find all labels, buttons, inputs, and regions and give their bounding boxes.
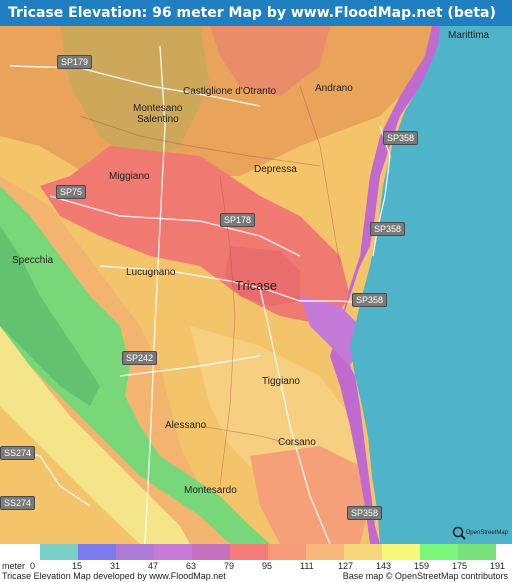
- legend-tick-label: 191: [490, 561, 506, 571]
- legend-swatch: [420, 544, 458, 560]
- legend-tick-label: 159: [414, 561, 430, 571]
- legend-swatch: [40, 544, 78, 560]
- road-shield: SS274: [0, 446, 36, 460]
- road-shield: SP242: [122, 351, 158, 365]
- legend-tick-label: 15: [72, 561, 83, 571]
- page-title: Tricase Elevation: 96 meter Map by www.F…: [0, 0, 512, 26]
- legend-swatch: [382, 544, 420, 560]
- place-label: Miggiano: [109, 171, 150, 182]
- legend-swatch: [268, 544, 306, 560]
- place-label: Alessano: [165, 420, 207, 431]
- road-shield: SS274: [0, 496, 36, 510]
- footer: Tricase Elevation Map developed by www.F…: [0, 571, 512, 582]
- legend-swatch: [306, 544, 344, 560]
- elevation-map[interactable]: Marittima Castiglione d'Otranto Andrano …: [0, 26, 512, 544]
- legend-tick-label: 79: [224, 561, 235, 571]
- footer-credit: Tricase Elevation Map developed by www.F…: [2, 571, 226, 581]
- legend-tick-label: 63: [186, 561, 197, 571]
- place-label: Depressa: [254, 164, 297, 175]
- road-shield: SP75: [56, 185, 87, 199]
- road-shield: SP179: [57, 55, 93, 69]
- place-label: Castiglione d'Otranto: [183, 86, 277, 97]
- legend-swatch: [458, 544, 496, 560]
- legend-tick-label: 127: [338, 561, 354, 571]
- place-label: Andrano: [315, 83, 353, 94]
- road-shield: SP358: [352, 293, 388, 307]
- place-label: Salentino: [137, 114, 179, 125]
- osm-logo-text: OpenStreetMap: [465, 530, 508, 536]
- place-label: Corsano: [278, 437, 316, 448]
- legend-swatch: [192, 544, 230, 560]
- road-shield: SP358: [383, 131, 419, 145]
- footer-attribution: Base map © OpenStreetMap contributors: [342, 571, 508, 581]
- road-shield: SP358: [347, 506, 383, 520]
- place-label: Tricase: [235, 278, 278, 293]
- legend-swatch: [230, 544, 268, 560]
- legend-swatch: [154, 544, 192, 560]
- elevation-legend: [0, 544, 512, 562]
- legend-tick-label: 143: [376, 561, 392, 571]
- place-label: Montesardo: [184, 485, 237, 496]
- legend-tick-label: 111: [300, 561, 314, 571]
- legend-unit-label: meter: [2, 561, 26, 571]
- place-label: Lucugnano: [126, 267, 176, 278]
- legend-tick-label: 95: [262, 561, 273, 571]
- place-label: Tiggiano: [262, 376, 300, 387]
- place-label: Specchia: [12, 255, 54, 266]
- magnifier-icon: [452, 526, 466, 540]
- road-shield: SP358: [370, 222, 406, 236]
- osm-logo: OpenStreetMap: [452, 526, 508, 540]
- legend-tick-label: 0: [30, 561, 36, 571]
- place-label: Marittima: [448, 30, 490, 41]
- legend-swatch: [78, 544, 116, 560]
- legend-tick-label: 175: [452, 561, 468, 571]
- legend-swatch: [116, 544, 154, 560]
- legend-swatch: [344, 544, 382, 560]
- place-label: Montesano: [133, 103, 183, 114]
- road-shield: SP178: [220, 213, 256, 227]
- legend-tick-label: 47: [148, 561, 159, 571]
- legend-tick-label: 31: [110, 561, 121, 571]
